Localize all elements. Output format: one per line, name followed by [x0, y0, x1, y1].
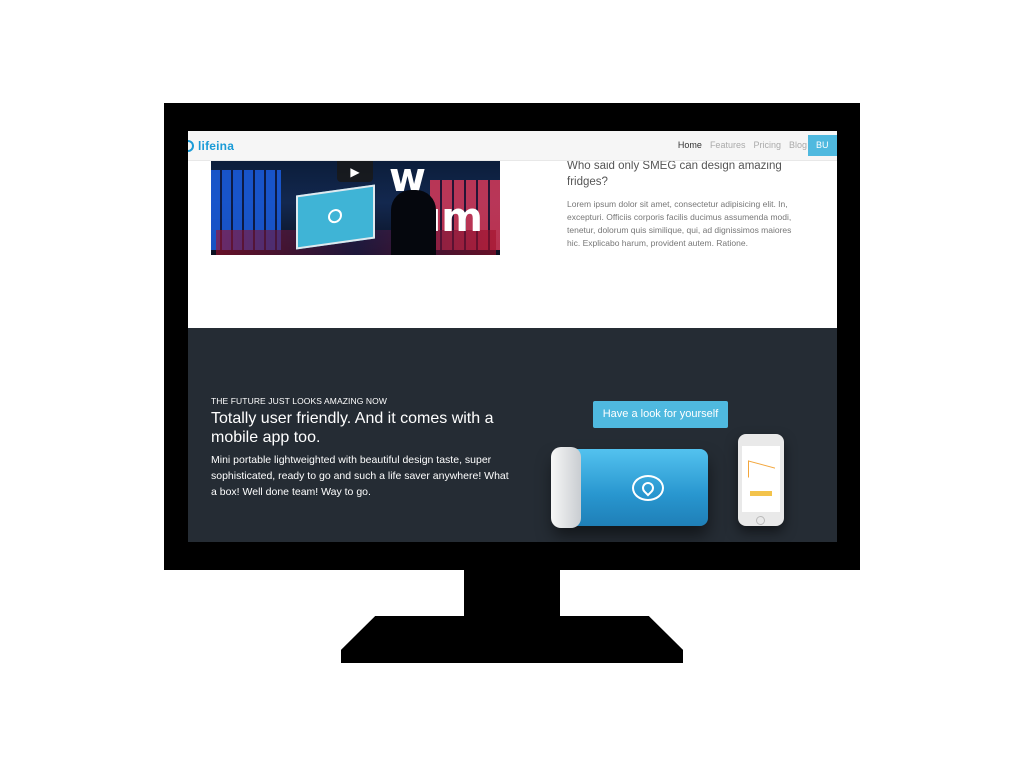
promo-description: Mini portable lightweighted with beautif…: [211, 454, 509, 498]
speaker-silhouette: [391, 190, 436, 255]
phone-app-image: [738, 434, 784, 526]
promo-eyebrow: THE FUTURE JUST LOOKS AMAZING NOW: [211, 396, 387, 406]
device-logo-icon: [632, 475, 664, 501]
monitor-stand-base: [341, 616, 683, 663]
nav-blog[interactable]: Blog: [789, 140, 807, 150]
nav-features[interactable]: Features: [710, 140, 746, 150]
monitor-screen: lifeina Home Features Pricing Blog BU w …: [188, 131, 837, 542]
monitor-stand-neck: [464, 570, 560, 618]
play-button[interactable]: ▶: [337, 160, 373, 182]
nav-links: Home Features Pricing Blog: [678, 140, 807, 150]
navbar: lifeina Home Features Pricing Blog BU: [188, 131, 837, 161]
stage-screen: [296, 184, 375, 250]
nav-home[interactable]: Home: [678, 140, 702, 150]
nav-pricing[interactable]: Pricing: [753, 140, 781, 150]
info-body: Lorem ipsum dolor sit amet, consectetur …: [567, 199, 792, 248]
product-device-image: [551, 447, 708, 528]
phone-home-button: [756, 516, 765, 525]
look-for-yourself-button[interactable]: Have a look for yourself: [593, 401, 728, 428]
brand-logo[interactable]: lifeina: [188, 137, 234, 155]
play-icon: ▶: [350, 165, 360, 179]
video-thumbnail[interactable]: w sum ▶: [211, 160, 500, 255]
phone-display: [742, 446, 780, 512]
app-chart-bar: [750, 491, 772, 496]
promo-headline: Totally user friendly. And it comes with…: [211, 410, 494, 446]
app-chart-line: [748, 460, 775, 485]
device-cap: [551, 447, 581, 528]
info-title: Who said only SMEG can design amazing fr…: [567, 160, 782, 188]
brand-name: lifeina: [198, 139, 235, 153]
brand-mark-icon: [188, 140, 194, 152]
product-logo-icon: [328, 208, 342, 225]
promo-section: THE FUTURE JUST LOOKS AMAZING NOW Totall…: [188, 328, 837, 542]
buy-button[interactable]: BU: [808, 135, 837, 156]
